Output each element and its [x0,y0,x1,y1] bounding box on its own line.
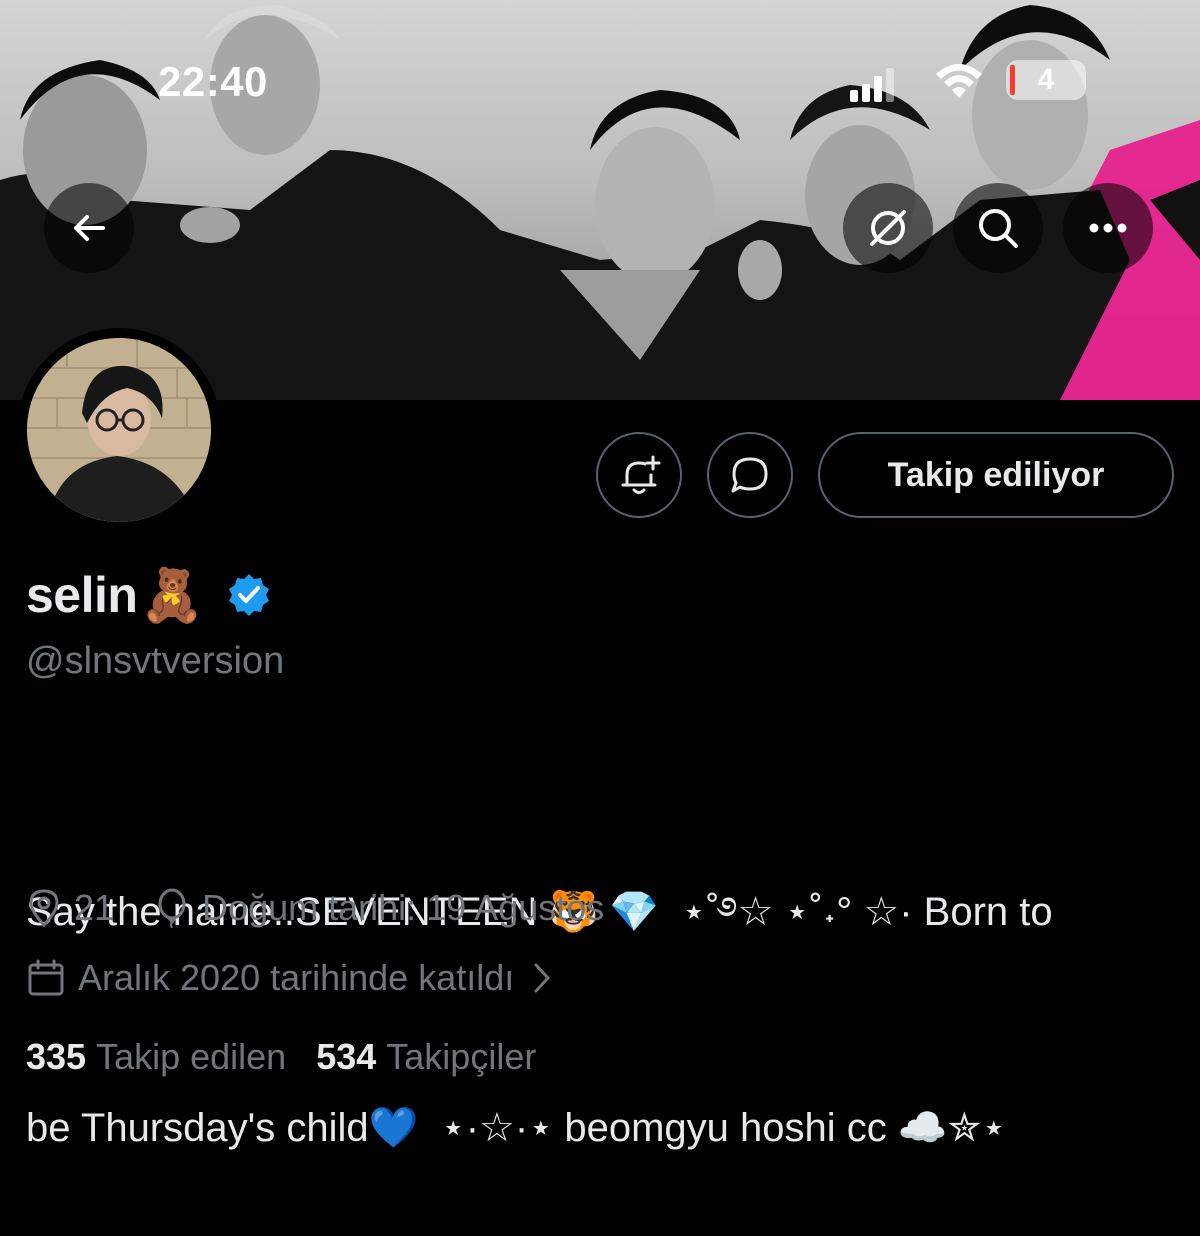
search-icon [979,209,1018,248]
display-name-text: selin [26,567,138,623]
avatar-photo [27,338,211,522]
following-stat-link[interactable]: 335 Takip edilen [26,1036,286,1078]
follow-stats: 335 Takip edilen 534 Takipçiler [26,1036,566,1078]
more-button[interactable] [1063,183,1153,273]
bio-line: be Thursday's child💙 ⋆·☆·⋆ beomgyu hoshi… [26,1106,1007,1150]
avatar [27,338,211,522]
more-dots-icon [1089,223,1127,233]
joined-date-row[interactable]: Aralık 2020 tarihinde katıldı [26,953,564,1003]
back-button[interactable] [44,183,134,273]
status-time: 22:40 [158,58,268,105]
battery-icon: 4 [1006,60,1086,100]
followers-stat-link[interactable]: 534 Takipçiler [316,1036,536,1078]
balloon-icon [154,888,190,928]
profile-meta-row: 21 Doğum tarihi: 19 Ağustos [26,883,604,933]
username-handle: @slnsvtversion [26,640,285,682]
bell-plus-icon [621,455,661,494]
following-count: 335 [26,1036,87,1077]
profile-avatar-frame[interactable] [17,328,221,532]
following-label: Takip edilen [96,1036,287,1077]
calendar-icon [26,958,66,998]
location-text: 21 [74,887,115,928]
birthday-text: Doğum tarihi: 19 Ağustos [202,887,605,928]
verified-badge-icon[interactable] [226,572,272,618]
joined-date-text: Aralık 2020 tarihinde katıldı [78,957,515,998]
message-bubble-icon [731,457,768,493]
following-button[interactable]: Takip ediliyor [818,432,1174,518]
arrow-left-icon [74,215,105,241]
chevron-right-icon [532,961,552,995]
search-button[interactable] [953,183,1043,273]
followers-count: 534 [316,1036,377,1077]
followers-label: Takipçiler [386,1036,537,1077]
wifi-icon [936,64,982,98]
display-name: selin 🧸 [26,560,272,630]
battery-level-text: 4 [1037,63,1055,96]
location-pin-icon [26,888,62,928]
notify-button[interactable] [596,432,682,518]
message-button[interactable] [707,432,793,518]
profile-banner[interactable]: 22:40 4 [0,0,1200,400]
grok-icon [870,210,906,246]
teddy-bear-emoji: 🧸 [139,566,204,625]
grok-button[interactable] [843,183,933,273]
